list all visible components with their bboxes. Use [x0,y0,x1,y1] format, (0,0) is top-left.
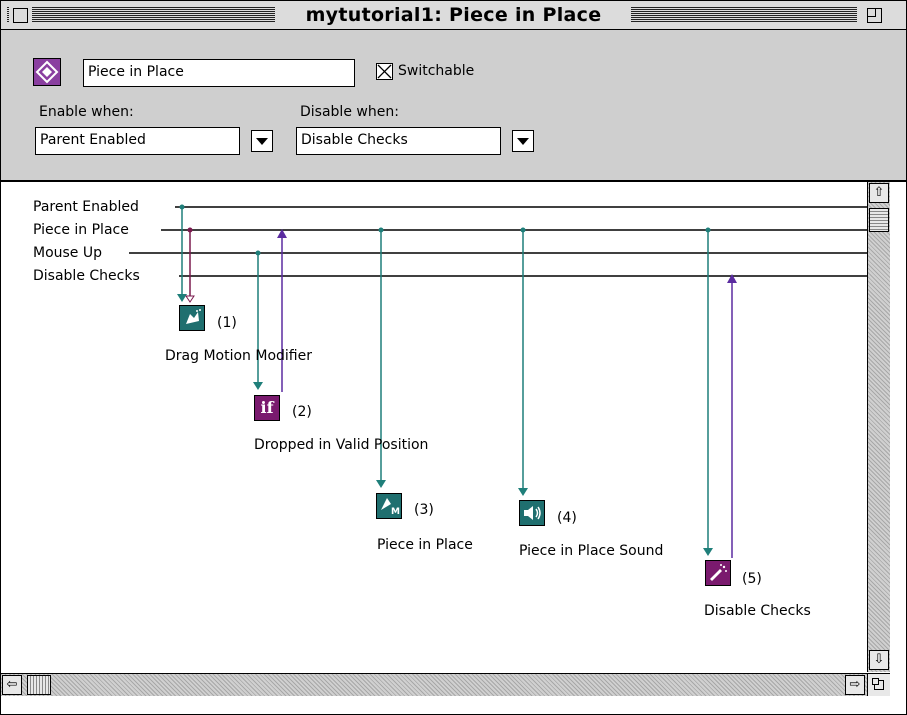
behavior-settings-panel: Piece in Place Switchable Enable when: D… [1,30,906,182]
node-label-2: Dropped in Valid Position [254,437,429,453]
svg-text:M: M [391,507,400,517]
node-label-3: Piece in Place [377,537,473,553]
message-label-parent-enabled[interactable]: Parent Enabled [33,199,141,215]
disable-when-select[interactable]: Disable Checks [296,127,501,155]
horizontal-scrollbar[interactable]: ⇦ ⇨ [1,673,867,696]
scroll-down-arrow-icon[interactable]: ⇩ [869,650,889,670]
title-bar[interactable]: mytutorial1: Piece in Place [1,1,906,30]
node-number-4: (4) [557,510,577,526]
vertical-scrollbar[interactable]: ⇧ ⇩ [867,182,890,672]
switchable-checkbox[interactable] [376,63,393,80]
scroll-right-arrow-icon[interactable]: ⇨ [845,675,865,695]
title-stripes-left [7,7,275,23]
close-box-button[interactable] [13,8,28,23]
node-number-5: (5) [742,571,762,587]
scroll-up-arrow-icon[interactable]: ⇧ [869,183,889,203]
broadcast-icon[interactable] [705,560,731,586]
node-label-5: Disable Checks [704,603,811,619]
scroll-left-arrow-icon[interactable]: ⇦ [2,675,22,695]
resize-grow-box[interactable] [867,673,890,696]
node-number-1: (1) [217,315,237,331]
zoom-box-button[interactable] [867,8,882,23]
behavior-icon[interactable] [33,58,61,86]
node-number-2: (2) [292,404,312,420]
behavior-name-field[interactable]: Piece in Place [83,59,355,87]
connection-lines [129,204,867,558]
enable-when-label: Enable when: [39,104,134,120]
enable-when-dropdown-button[interactable] [251,130,273,152]
vertical-scroll-thumb[interactable] [869,208,889,232]
drag-motion-icon[interactable] [179,305,205,331]
node-label-1: Drag Motion Modifier [165,348,312,364]
horizontal-scroll-thumb[interactable] [27,675,51,695]
sound-icon[interactable] [519,500,545,526]
behavior-window: mytutorial1: Piece in Place Piece in Pla… [0,0,907,715]
enable-when-select[interactable]: Parent Enabled [35,127,240,155]
behavior-canvas[interactable]: Parent Enabled Piece in Place Mouse Up D… [1,182,867,672]
node-number-3: (3) [414,502,434,518]
disable-when-label: Disable when: [300,104,399,120]
message-label-piece-in-place[interactable]: Piece in Place [33,222,131,238]
message-label-disable-checks[interactable]: Disable Checks [33,268,142,284]
messenger-icon[interactable]: M [376,493,402,519]
if-icon[interactable]: if [254,395,280,421]
message-label-mouse-up[interactable]: Mouse Up [33,245,105,261]
switchable-label: Switchable [398,63,475,79]
disable-when-dropdown-button[interactable] [512,130,534,152]
window-title: mytutorial1: Piece in Place [276,2,631,28]
node-label-4: Piece in Place Sound [519,543,664,559]
title-stripes-right [631,7,861,23]
